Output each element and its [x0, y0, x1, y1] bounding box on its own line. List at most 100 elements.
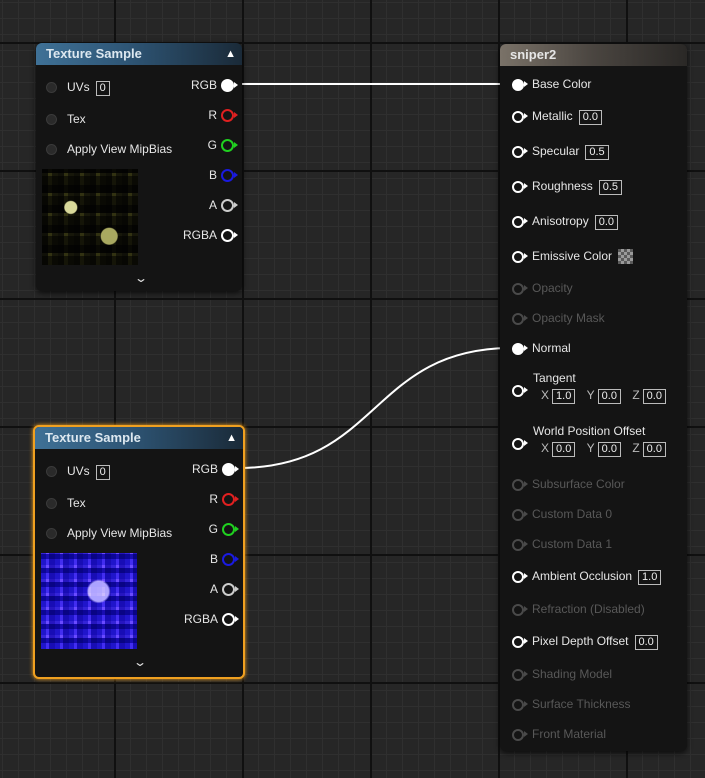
- input-pin-mipbias[interactable]: Apply View MipBias: [46, 524, 172, 542]
- output-pin-b[interactable]: B: [209, 166, 238, 184]
- pin-icon[interactable]: [46, 466, 57, 478]
- pin-label: A: [209, 582, 218, 596]
- pin-icon[interactable]: [46, 144, 57, 156]
- pin-label: Anisotropy: [532, 214, 589, 228]
- input-ambient-occlusion[interactable]: Ambient Occlusion 1.0: [512, 567, 662, 585]
- pixel-depth-offset-value[interactable]: 0.0: [634, 635, 658, 650]
- pin-icon: [512, 508, 528, 521]
- wpo-z-value[interactable]: 0.0: [642, 442, 666, 457]
- output-pin-rgb[interactable]: RGB: [190, 76, 238, 94]
- input-roughness[interactable]: Roughness 0.5: [512, 177, 623, 195]
- input-custom-data-0: Custom Data 0: [512, 505, 612, 523]
- pin-icon[interactable]: [512, 78, 528, 91]
- input-pin-mipbias[interactable]: Apply View MipBias: [46, 140, 172, 158]
- input-opacity-mask: Opacity Mask: [512, 309, 605, 327]
- pin-icon[interactable]: [222, 523, 239, 537]
- input-pin-tex[interactable]: Tex: [46, 494, 86, 512]
- pin-icon[interactable]: [512, 180, 528, 193]
- chevron-down-icon[interactable]: ⌄: [134, 271, 148, 285]
- pin-icon[interactable]: [222, 583, 239, 597]
- ambient-occlusion-value[interactable]: 1.0: [638, 570, 662, 585]
- output-pin-r[interactable]: R: [208, 106, 238, 124]
- pin-icon[interactable]: [46, 528, 57, 540]
- output-pin-g[interactable]: G: [209, 520, 239, 538]
- roughness-value[interactable]: 0.5: [598, 180, 623, 195]
- uvs-value[interactable]: 0: [95, 465, 110, 480]
- texture-sample-node-1[interactable]: Texture Sample ▲ UVs 0 Tex Apply View Mip…: [36, 43, 242, 291]
- y-label: Y: [586, 441, 595, 455]
- output-pin-g[interactable]: G: [208, 136, 238, 154]
- material-result-node[interactable]: sniper2 Base Color Metallic 0.0 Specular 0…: [500, 44, 687, 751]
- uvs-value[interactable]: 0: [95, 81, 110, 96]
- input-pin-tex[interactable]: Tex: [46, 110, 86, 128]
- anisotropy-value[interactable]: 0.0: [594, 215, 618, 230]
- pin-label: RGB: [190, 78, 217, 92]
- pin-label: Normal: [532, 341, 571, 355]
- input-pixel-depth-offset[interactable]: Pixel Depth Offset 0.0: [512, 632, 658, 650]
- texture-sample-node-2[interactable]: Texture Sample ▲ UVs 0 Tex Apply View Mip…: [33, 425, 245, 679]
- pin-icon[interactable]: [46, 82, 57, 94]
- pin-icon[interactable]: [221, 79, 238, 93]
- node-header[interactable]: Texture Sample ▲: [35, 427, 243, 449]
- pin-icon[interactable]: [512, 635, 528, 648]
- output-pin-r[interactable]: R: [209, 490, 239, 508]
- pin-icon[interactable]: [222, 553, 239, 567]
- chevron-up-icon[interactable]: ▲: [225, 43, 236, 65]
- pin-icon[interactable]: [512, 110, 528, 123]
- input-normal[interactable]: Normal: [512, 339, 571, 357]
- wpo-x-value[interactable]: 0.0: [552, 442, 576, 457]
- input-emissive-color[interactable]: Emissive Color: [512, 247, 634, 265]
- input-world-position-offset[interactable]: [512, 434, 532, 452]
- pin-icon[interactable]: [512, 570, 528, 583]
- pin-icon[interactable]: [221, 139, 238, 153]
- chevron-down-icon[interactable]: ⌄: [133, 655, 147, 669]
- pin-icon[interactable]: [46, 114, 57, 126]
- output-pin-rgb[interactable]: RGB: [192, 460, 239, 478]
- tangent-x-value[interactable]: 1.0: [552, 389, 576, 404]
- pin-icon[interactable]: [221, 229, 238, 243]
- pin-icon[interactable]: [512, 145, 528, 158]
- pin-label: Apply View MipBias: [67, 526, 173, 540]
- node-header[interactable]: Texture Sample ▲: [36, 43, 242, 65]
- pin-icon[interactable]: [512, 384, 528, 397]
- input-metallic[interactable]: Metallic 0.0: [512, 107, 602, 125]
- pin-icon[interactable]: [512, 342, 528, 355]
- specular-value[interactable]: 0.5: [585, 145, 609, 160]
- output-pin-a[interactable]: A: [209, 196, 238, 214]
- pin-icon[interactable]: [221, 109, 238, 123]
- pin-icon[interactable]: [222, 463, 239, 477]
- input-specular[interactable]: Specular 0.5: [512, 142, 609, 160]
- tangent-z-value[interactable]: 0.0: [642, 389, 666, 404]
- node-title: Texture Sample: [46, 46, 142, 61]
- wpo-y-value[interactable]: 0.0: [597, 442, 621, 457]
- output-pin-rgba[interactable]: RGBA: [184, 610, 239, 628]
- pin-icon[interactable]: [512, 437, 528, 450]
- input-base-color[interactable]: Base Color: [512, 75, 591, 93]
- pin-icon[interactable]: [222, 493, 239, 507]
- output-pin-a[interactable]: A: [209, 580, 239, 598]
- output-pin-rgba[interactable]: RGBA: [183, 226, 238, 244]
- input-pin-uvs[interactable]: UVs 0: [46, 78, 110, 96]
- pin-icon: [512, 668, 528, 681]
- pin-icon[interactable]: [221, 199, 238, 213]
- pin-icon[interactable]: [512, 250, 528, 263]
- output-pin-b[interactable]: B: [210, 550, 239, 568]
- pin-icon[interactable]: [512, 215, 528, 228]
- input-pin-uvs[interactable]: UVs 0: [46, 462, 110, 480]
- pin-label: Tex: [67, 496, 86, 510]
- pin-icon[interactable]: [46, 498, 57, 510]
- pin-label: Shading Model: [532, 667, 613, 681]
- input-anisotropy[interactable]: Anisotropy 0.0: [512, 212, 618, 230]
- chevron-up-icon[interactable]: ▲: [226, 427, 237, 449]
- input-tangent[interactable]: [512, 381, 532, 399]
- checkerboard-swatch-icon[interactable]: [618, 249, 634, 265]
- z-label: Z: [632, 441, 640, 455]
- input-opacity: Opacity: [512, 279, 573, 297]
- pin-icon[interactable]: [222, 613, 239, 627]
- node-header[interactable]: sniper2: [500, 44, 687, 66]
- pin-icon[interactable]: [221, 169, 238, 183]
- input-surface-thickness: Surface Thickness: [512, 695, 631, 713]
- tangent-y-value[interactable]: 0.0: [597, 389, 621, 404]
- metallic-value[interactable]: 0.0: [578, 110, 602, 125]
- pin-icon: [512, 478, 528, 491]
